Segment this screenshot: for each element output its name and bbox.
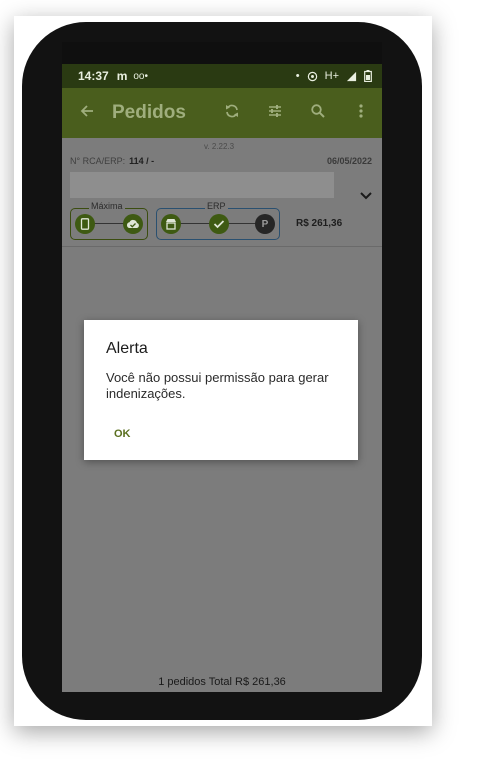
rca-label: N° RCA/ERP:: [70, 156, 126, 166]
order-date: 06/05/2022: [326, 156, 372, 166]
status-indicators: • H+: [296, 70, 372, 82]
erp-status-group: ERP P: [156, 201, 280, 240]
dialog-message: Você não possui permissão para gerar ind…: [106, 370, 329, 401]
maxima-status-group: Máxima: [70, 201, 148, 240]
maxima-label: Máxima: [89, 201, 125, 211]
rca-value: 114 / -: [129, 156, 155, 166]
page-title: Pedidos: [112, 102, 186, 123]
cloud-check-icon: [126, 219, 139, 228]
cloud-status-node: [123, 214, 143, 234]
order-total: R$ 261,36: [296, 218, 343, 229]
client-name-bar[interactable]: [70, 172, 334, 198]
ok-button[interactable]: OK: [114, 428, 131, 440]
order-header-row: N° RCA/ERP: 114 / - 06/05/2022: [70, 156, 372, 166]
status-bar: 14:37 m oo• • H+: [62, 64, 382, 88]
expand-button[interactable]: [360, 188, 372, 203]
alert-dialog: Alerta Você não possui permissão para ge…: [84, 320, 358, 460]
check-icon: [213, 220, 225, 229]
wifi-calling-icon: [307, 71, 317, 81]
row-divider: [62, 246, 382, 247]
filter-icon: [268, 104, 281, 117]
app-notification-icon: m: [116, 69, 128, 83]
back-button[interactable]: [62, 102, 112, 125]
search-button[interactable]: [296, 103, 339, 124]
device-status-node: [75, 214, 95, 234]
signal-icon: [346, 71, 357, 81]
erp-label: ERP: [205, 201, 228, 211]
app-version: v. 2.22.3: [204, 142, 235, 151]
store-icon: [166, 219, 176, 230]
more-options-button[interactable]: [339, 103, 382, 124]
phone-icon: [80, 218, 90, 230]
app-bar-actions: [210, 103, 382, 124]
more-vertical-icon: [358, 103, 363, 118]
check-status-node: [209, 214, 229, 234]
voicemail-icon: oo•: [133, 70, 148, 82]
store-status-node: [161, 214, 181, 234]
sync-button[interactable]: [210, 103, 253, 124]
screen-top-edge: [62, 42, 382, 64]
status-dot: •: [295, 70, 300, 82]
network-type: H+: [324, 70, 339, 82]
search-icon: [310, 103, 325, 118]
filter-button[interactable]: [253, 103, 296, 124]
app-bar: Pedidos: [62, 88, 382, 138]
sync-icon: [225, 104, 238, 117]
pending-status-node: P: [255, 214, 275, 234]
arrow-left-icon: [80, 104, 93, 117]
chevron-down-icon: [360, 192, 372, 200]
orders-summary: 1 pedidos Total R$ 261,36: [158, 676, 286, 688]
battery-icon: [364, 70, 372, 82]
status-time: 14:37: [78, 69, 109, 83]
dialog-title: Alerta: [106, 340, 148, 357]
